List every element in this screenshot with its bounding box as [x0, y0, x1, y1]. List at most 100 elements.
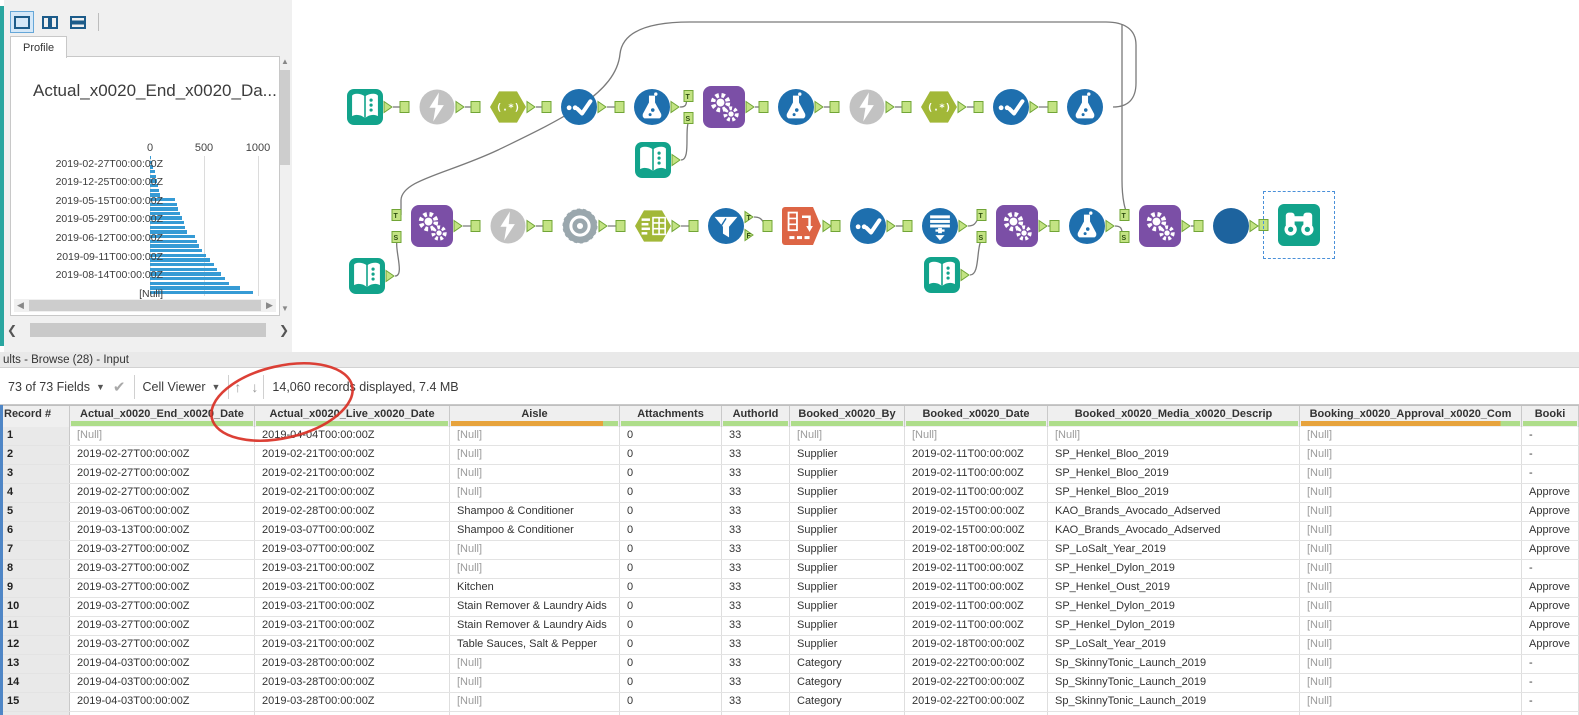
input-anchor[interactable] — [542, 220, 553, 232]
input-anchor[interactable] — [470, 220, 481, 232]
input-anchor[interactable]: S — [683, 112, 694, 124]
input-anchor[interactable]: S — [976, 231, 987, 243]
histogram-bar[interactable] — [150, 286, 240, 290]
output-anchor[interactable] — [670, 100, 680, 114]
tool-download-tool-1[interactable] — [418, 88, 456, 126]
input-anchor[interactable] — [762, 220, 773, 232]
tab-profile[interactable]: Profile — [10, 36, 68, 58]
input-anchor[interactable] — [830, 220, 841, 232]
input-anchor[interactable] — [1049, 220, 1060, 232]
column-header-actual-x0020-live-x0020-date[interactable]: Actual_x0020_Live_x0020_Date — [255, 406, 450, 427]
scrollbar-thumb[interactable] — [30, 323, 266, 337]
input-anchor[interactable] — [901, 101, 912, 113]
column-header-booked-x0020-by[interactable]: Booked_x0020_By — [790, 406, 905, 427]
output-anchor[interactable]: F — [744, 228, 754, 242]
histogram-bar[interactable] — [150, 281, 230, 285]
output-anchor[interactable] — [1038, 219, 1048, 233]
tool-macro-tool-2[interactable] — [410, 204, 454, 248]
input-anchor[interactable] — [470, 101, 481, 113]
histogram-bar[interactable] — [150, 290, 253, 295]
output-anchor[interactable] — [1249, 219, 1259, 233]
tool-download-tool-2[interactable] — [848, 88, 886, 126]
scrollbar-thumb[interactable] — [29, 300, 261, 311]
input-anchor[interactable]: S — [391, 231, 402, 243]
layout-single-pane-button[interactable] — [10, 11, 34, 33]
output-anchor[interactable] — [960, 268, 970, 282]
tool-input-data-tool-3[interactable] — [348, 257, 386, 295]
input-anchor[interactable] — [541, 101, 552, 113]
scroll-top-icon[interactable]: ↑ — [229, 379, 246, 395]
tool-crosstab-tool[interactable] — [781, 205, 823, 247]
column-header-record[interactable]: Record # — [0, 406, 70, 427]
workflow-canvas[interactable]: T S T S T F T S T S (.*) (.*) — [292, 0, 1579, 352]
input-anchor[interactable] — [829, 101, 840, 113]
layout-split-horizontal-button[interactable] — [66, 11, 90, 33]
tool-formula-tool-1[interactable] — [633, 88, 671, 126]
tool-regex-tool-1[interactable]: (.*) — [489, 88, 527, 126]
histogram-bar[interactable] — [150, 207, 179, 211]
histogram-bar[interactable] — [150, 244, 200, 248]
scroll-right-icon[interactable]: ❯ — [276, 323, 292, 337]
input-anchor[interactable]: T — [391, 209, 402, 221]
chart-horizontal-scrollbar[interactable]: ◀ ▶ — [14, 299, 276, 312]
scroll-right-icon[interactable]: ▶ — [263, 300, 276, 311]
histogram-bar[interactable] — [150, 262, 214, 267]
fields-dropdown[interactable]: 73 of 73 Fields ▼ ✔ — [0, 378, 134, 396]
output-anchor[interactable] — [885, 100, 895, 114]
input-anchor[interactable]: S — [1119, 231, 1130, 243]
histogram-bar[interactable] — [150, 225, 186, 230]
tool-gear-macro-tool[interactable] — [561, 207, 599, 245]
input-anchor[interactable] — [1047, 101, 1058, 113]
tool-formula-tool-2[interactable] — [777, 88, 815, 126]
tool-macro-tool-1[interactable] — [702, 85, 746, 129]
scroll-bottom-icon[interactable]: ↓ — [246, 379, 263, 395]
output-anchor[interactable] — [814, 100, 824, 114]
output-anchor[interactable] — [1029, 100, 1039, 114]
input-anchor[interactable] — [399, 101, 410, 113]
output-anchor[interactable] — [526, 100, 536, 114]
output-anchor[interactable] — [526, 219, 536, 233]
scroll-left-icon[interactable]: ❮ — [4, 323, 20, 337]
input-anchor[interactable] — [614, 101, 625, 113]
input-anchor[interactable]: T — [976, 209, 987, 221]
output-anchor[interactable]: T — [744, 210, 754, 224]
output-anchor[interactable] — [1181, 219, 1191, 233]
histogram-bar[interactable] — [150, 188, 160, 192]
input-anchor[interactable] — [973, 101, 984, 113]
column-header-booked-x0020-media-x0020-descrip[interactable]: Booked_x0020_Media_x0020_Descrip — [1048, 406, 1300, 427]
output-anchor[interactable] — [671, 153, 681, 167]
tool-formula-tool-3[interactable] — [1066, 88, 1104, 126]
layout-split-vertical-button[interactable] — [38, 11, 62, 33]
apply-check-icon[interactable]: ✔ — [113, 378, 126, 396]
input-anchor[interactable] — [615, 220, 626, 232]
histogram-bar[interactable] — [150, 169, 155, 174]
input-anchor[interactable] — [902, 220, 913, 232]
scroll-up-icon[interactable]: ▲ — [279, 57, 291, 66]
panel-horizontal-scrollbar[interactable]: ❮ ❯ — [4, 321, 292, 339]
tool-formula-tool-4[interactable] — [1068, 207, 1106, 245]
output-anchor[interactable] — [453, 219, 463, 233]
column-header-booked-x0020-date[interactable]: Booked_x0020_Date — [905, 406, 1048, 427]
column-header-booking-x0020-approval-x0020-com[interactable]: Booking_x0020_Approval_x0020_Com — [1300, 406, 1522, 427]
column-header-aisle[interactable]: Aisle — [450, 406, 620, 427]
scroll-left-icon[interactable]: ◀ — [14, 300, 27, 311]
panel-vertical-scrollbar[interactable]: ▲ ▼ — [279, 56, 291, 314]
input-anchor[interactable] — [758, 101, 769, 113]
input-anchor[interactable] — [688, 220, 699, 232]
tool-unique-tool-2[interactable] — [992, 88, 1030, 126]
column-header-authorid[interactable]: AuthorId — [722, 406, 790, 427]
tool-unique-tool-1[interactable] — [560, 88, 598, 126]
output-anchor[interactable] — [745, 100, 755, 114]
input-anchor[interactable] — [1193, 220, 1204, 232]
output-anchor[interactable] — [1105, 219, 1115, 233]
output-anchor[interactable] — [383, 100, 393, 114]
output-anchor[interactable] — [598, 219, 608, 233]
output-anchor[interactable] — [455, 100, 465, 114]
tool-input-data-tool-4[interactable] — [923, 256, 961, 294]
output-anchor[interactable] — [822, 219, 832, 233]
tool-blue-circle-tool[interactable] — [1212, 207, 1250, 245]
output-anchor[interactable] — [597, 100, 607, 114]
column-header-booki[interactable]: Booki — [1522, 406, 1579, 427]
column-header-actual-x0020-end-x0020-date[interactable]: Actual_x0020_End_x0020_Date — [70, 406, 255, 427]
scrollbar-thumb[interactable] — [280, 70, 290, 165]
